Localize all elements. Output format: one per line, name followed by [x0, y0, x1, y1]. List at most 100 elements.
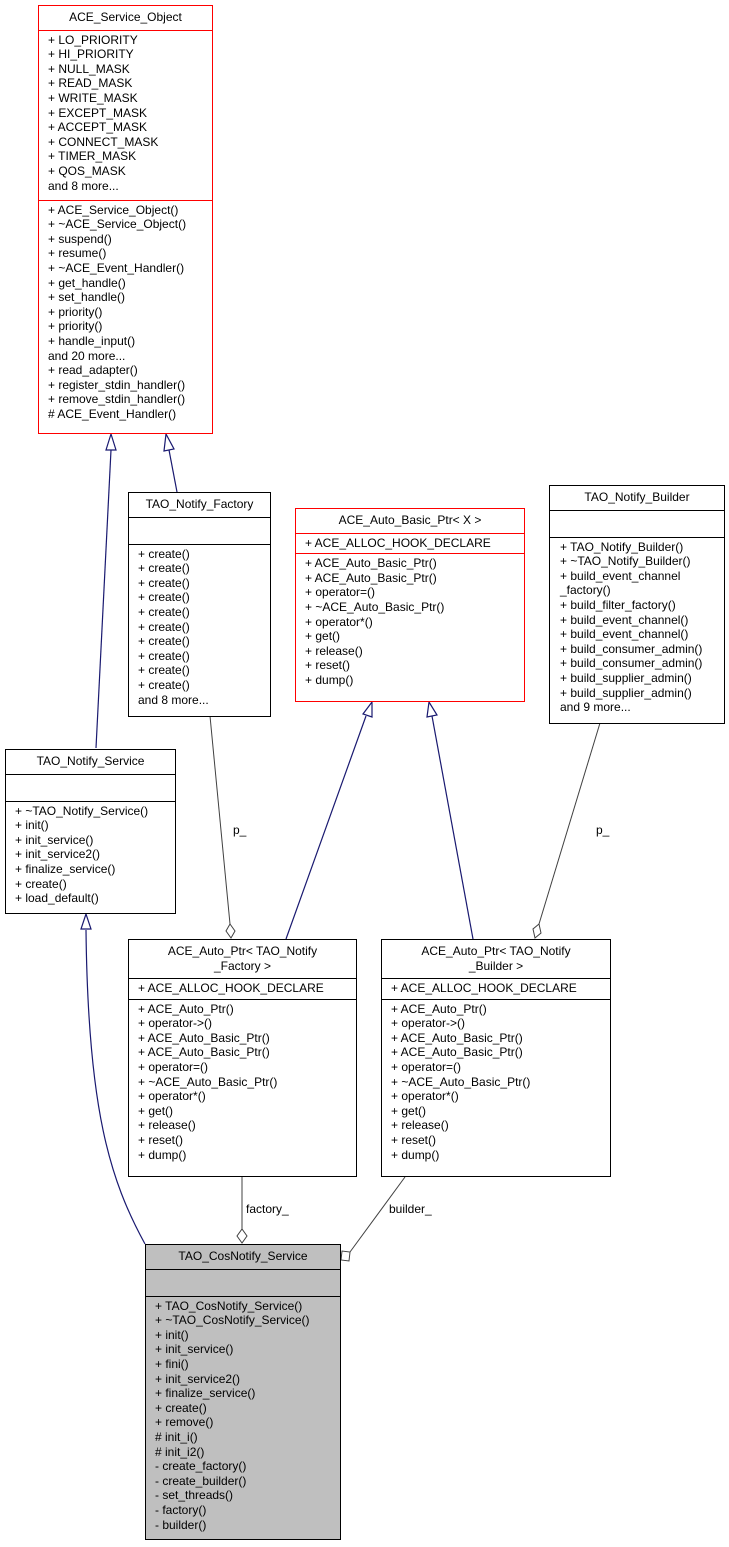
class-ace-service-object[interactable]: ACE_Service_Object + LO_PRIORITY + HI_PRI… [38, 5, 213, 434]
class-title: ACE_Auto_Basic_Ptr< X > [338, 513, 482, 527]
member-row: + ACE_Auto_Basic_Ptr() [138, 1045, 270, 1060]
member-row: + priority() [48, 319, 103, 334]
class-ace-auto-ptr-builder[interactable]: ACE_Auto_Ptr< TAO_Notify _Builder > + AC… [381, 939, 611, 1177]
member-row: + release() [305, 643, 363, 658]
member-row: + create() [138, 663, 190, 678]
member-row: + register_stdin_handler() [48, 377, 186, 392]
attributes-section [146, 1268, 340, 1296]
methods-section: + ACE_Auto_Ptr() + operator->() + ACE_Auto… [129, 998, 356, 1166]
member-row: + NULL_MASK [48, 61, 130, 76]
member-row: + build_supplier_admin() [560, 670, 692, 685]
member-row: + ~TAO_CosNotify_Service() [155, 1313, 310, 1328]
edge-label-factory-p: p_ [233, 823, 247, 837]
member-row: + create() [138, 561, 190, 576]
attributes-section: + ACE_ALLOC_HOOK_DECLARE [296, 532, 524, 554]
member-row: + TAO_CosNotify_Service() [155, 1298, 303, 1313]
member-row: + init() [15, 818, 49, 833]
member-row: + load_default() [15, 891, 99, 906]
attributes-section [550, 509, 724, 537]
member-row: + operator->() [391, 1016, 466, 1031]
methods-section: + ~TAO_Notify_Service() + init() + init_se… [6, 800, 175, 909]
methods-section: + TAO_CosNotify_Service() + ~TAO_CosNotif… [146, 1295, 340, 1536]
class-title-line: _Builder > [468, 959, 524, 973]
member-row: + dump() [305, 672, 354, 687]
member-row: + get() [391, 1103, 427, 1118]
edge-factory-inherits-service-object [168, 449, 178, 493]
member-row: + build_consumer_admin() [560, 656, 703, 671]
member-row: + operator=() [138, 1059, 209, 1074]
member-row: + READ_MASK [48, 76, 133, 91]
member-row: + ACE_Auto_Basic_Ptr() [391, 1045, 523, 1060]
member-row: and 8 more... [48, 178, 119, 193]
member-row: + init_service2() [155, 1371, 241, 1386]
member-row: + get_handle() [48, 275, 126, 290]
aggregation-diamond [532, 923, 542, 939]
attributes-section: + ACE_ALLOC_HOOK_DECLARE [382, 978, 610, 999]
methods-section: + ACE_Auto_Basic_Ptr() + ACE_Auto_Basic_P… [296, 553, 524, 690]
member-row: + init_service() [15, 832, 94, 847]
member-row: + release() [391, 1118, 449, 1133]
member-row: + TIMER_MASK [48, 149, 137, 164]
member-row: # ACE_Event_Handler() [48, 406, 177, 421]
member-row: - factory() [155, 1502, 207, 1517]
methods-section: + ACE_Service_Object() + ~ACE_Service_Obj… [39, 199, 212, 425]
member-row: + reset() [138, 1132, 184, 1147]
attributes-section [129, 516, 270, 544]
member-row: + create() [138, 590, 190, 605]
member-row: + finalize_service() [15, 861, 116, 876]
member-row: + create() [138, 546, 190, 561]
class-title-line: ACE_Auto_Ptr< TAO_Notify [167, 944, 318, 958]
edge-builder-p-association [538, 722, 601, 925]
member-row: + remove_stdin_handler() [48, 392, 186, 407]
class-tao-cosnotify-service[interactable]: TAO_CosNotify_Service + TAO_CosNotify_Se… [145, 1244, 341, 1540]
member-row: + set_handle() [48, 290, 126, 305]
inheritance-arrowhead [362, 700, 373, 718]
member-row: + dump() [391, 1147, 440, 1162]
inheritance-arrowhead [80, 912, 92, 930]
class-title-line: ACE_Auto_Ptr< TAO_Notify [421, 944, 571, 958]
class-tao-notify-builder[interactable]: TAO_Notify_Builder + TAO_Notify_Builder(… [549, 485, 725, 724]
member-row: + ACE_Auto_Basic_Ptr() [391, 1030, 523, 1045]
class-tao-notify-factory[interactable]: TAO_Notify_Factory + create() + create() +… [128, 492, 271, 717]
member-row: - create_builder() [155, 1473, 247, 1488]
member-row: + operator*() [391, 1089, 459, 1104]
edge-autoptr-builder-inherits-basic [431, 715, 474, 940]
member-row: _factory() [560, 583, 611, 598]
member-row: + read_adapter() [48, 363, 138, 378]
member-row: + create() [138, 575, 190, 590]
methods-section: + TAO_Notify_Builder() + ~TAO_Notify_Buil… [550, 536, 724, 718]
member-row: + LO_PRIORITY [48, 32, 138, 47]
member-row: + ACE_Auto_Ptr() [138, 1001, 234, 1016]
member-row: + create() [138, 619, 190, 634]
member-row: + reset() [305, 658, 351, 673]
member-row: + HI_PRIORITY [48, 47, 134, 62]
inheritance-arrowhead [426, 700, 438, 718]
edge-label-factory-member: factory_ [246, 1202, 289, 1216]
member-row: + init_service() [155, 1342, 234, 1357]
member-row: + ~TAO_Notify_Service() [15, 803, 149, 818]
member-row: + ACE_Auto_Ptr() [391, 1001, 487, 1016]
member-row: + ACE_Auto_Basic_Ptr() [305, 570, 437, 585]
member-row: # init_i() [155, 1429, 198, 1444]
edge-label-builder-p: p_ [596, 823, 610, 837]
member-row: + CONNECT_MASK [48, 134, 159, 149]
aggregation-diamond [340, 1250, 351, 1262]
class-tao-notify-service[interactable]: TAO_Notify_Service + ~TAO_Notify_Service… [5, 749, 176, 914]
class-title: ACE_Service_Object [69, 10, 182, 24]
class-title: TAO_Notify_Service [36, 754, 145, 768]
member-row: + ~ACE_Auto_Basic_Ptr() [391, 1074, 531, 1089]
class-ace-auto-basic-ptr[interactable]: ACE_Auto_Basic_Ptr< X > + ACE_ALLOC_HOOK… [295, 508, 525, 702]
member-row: + operator*() [305, 614, 373, 629]
member-row: + build_event_channel() [560, 627, 689, 642]
class-ace-auto-ptr-factory[interactable]: ACE_Auto_Ptr< TAO_Notify _Factory > + AC… [128, 939, 357, 1177]
class-title: TAO_Notify_Builder [584, 490, 690, 504]
attributes-section [6, 773, 175, 801]
member-row: + QOS_MASK [48, 163, 126, 178]
member-row: + build_event_channel() [560, 612, 689, 627]
class-title: ACE_Auto_Ptr< TAO_Notify _Builder > [382, 940, 610, 978]
member-row: + build_supplier_admin() [560, 685, 692, 700]
inheritance-arrowhead [105, 431, 117, 451]
member-row: + ACE_ALLOC_HOOK_DECLARE [138, 981, 324, 995]
member-row: + ~TAO_Notify_Builder() [560, 554, 691, 569]
member-row: + resume() [48, 246, 107, 261]
